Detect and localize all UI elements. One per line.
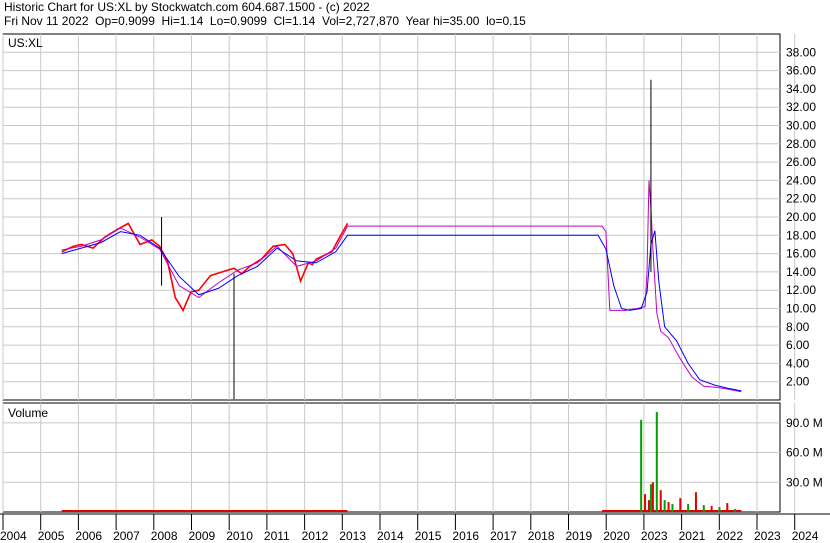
year-tick-label: 2019 (566, 529, 593, 543)
volume-bar (663, 500, 666, 512)
year-tick-label: 2022 (716, 529, 743, 543)
volume-bar (649, 484, 652, 512)
volume-bar (644, 494, 647, 512)
year-tick-label: 2004 (0, 529, 27, 543)
year-tick-label: 2009 (189, 529, 216, 543)
volume-bar (659, 490, 662, 512)
year-tick-label: 2021 (679, 529, 706, 543)
year-tick-label: 2011 (264, 529, 290, 543)
stock-chart: 2.00 4.00 6.00 8.00 10.00 12.00 14.00 16.00 18.0… (0, 33, 830, 543)
price-tick-label: 30.00 (786, 119, 816, 133)
volume-bar (640, 419, 643, 512)
year-tick-label: 2012 (302, 529, 329, 543)
year-tick-label: 2020 (603, 529, 630, 543)
volume-bar (726, 503, 729, 512)
volume-tick-label: 90.0 M (786, 416, 823, 430)
price-tick-label: 32.00 (786, 100, 816, 114)
price-tick-label: 18.00 (786, 228, 816, 242)
year-tick-label: 2015 (415, 529, 442, 543)
price-tick-label: 38.00 (786, 45, 816, 59)
price-tick-label: 6.00 (786, 338, 810, 352)
year-tick-label: 2010 (226, 529, 253, 543)
volume-bar (671, 504, 674, 512)
volume-bar (702, 505, 705, 512)
volume-bar (710, 506, 713, 512)
year-tick-label: 2017 (490, 529, 517, 543)
year-tick-label: 2023 (641, 529, 668, 543)
price-tick-label: 2.00 (786, 375, 810, 389)
price-tick-label: 28.00 (786, 137, 816, 151)
price-panel: 2.00 4.00 6.00 8.00 10.00 12.00 14.00 16.00 18.0… (2, 33, 816, 401)
price-tick-label: 12.00 (786, 283, 816, 297)
volume-bar (734, 509, 737, 512)
price-tick-label: 20.00 (786, 210, 816, 224)
price-tick-label: 22.00 (786, 192, 816, 206)
volume-tick-label: 60.0 M (786, 446, 823, 460)
volume-panel: 30.0 M 60.0 M 90.0 M Volume (2, 402, 823, 513)
volume-bar (718, 507, 721, 512)
volume-bar (687, 504, 690, 512)
x-axis: 2004 2005 2006 2007 2008 2009 2010 2011 2012 2013… (0, 513, 830, 543)
year-tick-label: 2024 (792, 529, 819, 543)
year-tick-label: 2007 (113, 529, 140, 543)
volume-tick-label: 30.0 M (786, 475, 823, 489)
price-tick-label: 16.00 (786, 247, 816, 261)
year-tick-label: 2013 (339, 529, 366, 543)
price-tick-label: 24.00 (786, 173, 816, 187)
year-tick-label: 2006 (75, 529, 102, 543)
year-tick-label: 2016 (452, 529, 479, 543)
price-tick-label: 14.00 (786, 265, 816, 279)
year-tick-label: 2018 (528, 529, 555, 543)
symbol-label: US:XL (8, 36, 43, 50)
volume-bar (647, 500, 650, 512)
year-tick-label: 2023 (754, 529, 781, 543)
volume-label: Volume (8, 406, 48, 420)
year-tick-label: 2005 (38, 529, 65, 543)
price-tick-label: 34.00 (786, 82, 816, 96)
volume-panel-frame (2, 402, 781, 513)
price-tick-label: 26.00 (786, 155, 816, 169)
volume-bar (667, 502, 670, 512)
price-tick-label: 8.00 (786, 320, 810, 334)
price-tick-label: 4.00 (786, 356, 810, 370)
year-tick-label: 2008 (151, 529, 178, 543)
year-tick-label: 2014 (377, 529, 404, 543)
price-tick-label: 10.00 (786, 302, 816, 316)
volume-bar (694, 492, 697, 512)
volume-bar (679, 498, 682, 512)
price-tick-label: 36.00 (786, 64, 816, 78)
volume-bar (655, 411, 658, 512)
volume-bar (651, 482, 654, 512)
